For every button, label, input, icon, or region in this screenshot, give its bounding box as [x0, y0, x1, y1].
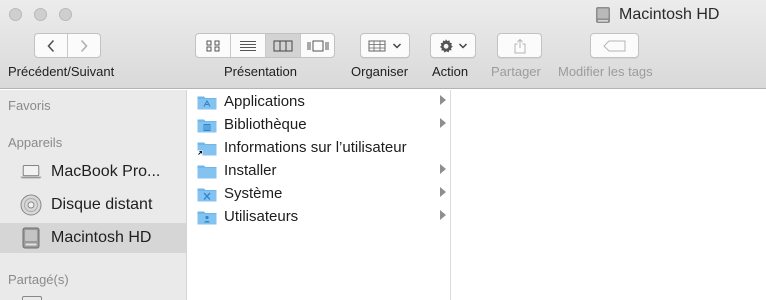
file-name: Applications	[224, 93, 305, 110]
laptop-icon	[20, 161, 42, 183]
arrange-grid-icon	[368, 40, 386, 51]
hard-drive-icon	[20, 227, 42, 249]
chevron-left-icon	[47, 39, 55, 52]
disclosure-arrow-icon	[440, 164, 446, 174]
cover-flow-icon	[307, 40, 328, 51]
devices-header: Appareils	[8, 135, 63, 150]
hard-drive-icon	[596, 7, 610, 23]
columns-icon	[273, 40, 293, 51]
list-item-system[interactable]: Système	[188, 182, 450, 205]
users-folder-icon	[197, 211, 217, 224]
sidebar-item-macintosh-hd[interactable]: Macintosh HD	[0, 223, 186, 253]
window-title-text: Macintosh HD	[619, 6, 720, 23]
back-button[interactable]	[35, 34, 68, 57]
sidebar-item-remote-disc[interactable]: Disque distant	[0, 190, 186, 220]
back-forward-control	[34, 33, 101, 58]
chevron-right-icon	[80, 39, 88, 52]
edit-tags-label: Modifier les tags	[558, 64, 653, 79]
alias-folder-icon	[197, 142, 217, 155]
system-folder-icon	[197, 188, 217, 201]
minimize-window-button[interactable]	[34, 8, 47, 21]
grid-icon	[206, 40, 220, 51]
disclosure-arrow-icon	[440, 210, 446, 220]
column-view-button[interactable]	[266, 34, 301, 57]
list-item-applications[interactable]: Applications	[188, 90, 450, 113]
sidebar-item-macbook-pro[interactable]: MacBook Pro...	[0, 157, 186, 187]
icon-view-button[interactable]	[196, 34, 231, 57]
list-item-users[interactable]: Utilisateurs	[188, 205, 450, 228]
disclosure-arrow-icon	[440, 118, 446, 128]
share-icon	[514, 38, 525, 53]
zoom-window-button[interactable]	[59, 8, 72, 21]
view-mode-control	[195, 33, 335, 58]
file-name: Utilisateurs	[224, 208, 299, 225]
sidebar-item-label: Disque distant	[51, 196, 153, 213]
file-name: Installer	[224, 162, 277, 179]
folder-icon	[197, 165, 217, 178]
list-item-installer[interactable]: Installer	[188, 159, 450, 182]
gallery-view-button[interactable]	[301, 34, 334, 57]
file-name: Bibliothèque	[224, 116, 307, 133]
sidebar-item-label: Macintosh HD	[51, 229, 152, 246]
sidebar-item-label: MacBook Pro...	[51, 163, 161, 180]
chevron-down-icon	[458, 42, 468, 49]
toolbar: Macintosh HD Précédent/Suivant Présentat…	[0, 0, 766, 89]
arrange-label: Organiser	[351, 64, 409, 79]
disclosure-arrow-icon	[440, 187, 446, 197]
network-computer-icon	[22, 296, 42, 300]
share-button[interactable]	[497, 33, 542, 58]
action-button[interactable]	[430, 33, 476, 58]
applications-folder-icon	[197, 96, 217, 109]
library-folder-icon	[197, 119, 217, 132]
window-title: Macintosh HD	[594, 4, 719, 26]
arrange-button[interactable]	[360, 33, 410, 58]
optical-disc-icon	[20, 194, 42, 216]
share-label: Partager	[491, 64, 541, 79]
gear-icon	[440, 38, 453, 53]
nav-label: Précédent/Suivant	[8, 64, 115, 79]
forward-button[interactable]	[68, 34, 100, 57]
edit-tags-button[interactable]	[590, 33, 639, 58]
disclosure-arrow-icon	[440, 95, 446, 105]
file-name: Système	[224, 185, 283, 202]
close-window-button[interactable]	[9, 8, 22, 21]
list-icon	[240, 40, 256, 51]
list-view-button[interactable]	[231, 34, 266, 57]
list-item-user-info[interactable]: Informations sur l’utilisateur	[188, 136, 450, 159]
view-label: Présentation	[224, 64, 297, 79]
file-column: Applications Bibliothèque Informations s…	[188, 90, 451, 300]
favorites-header: Favoris	[8, 98, 51, 113]
chevron-down-icon	[392, 42, 402, 49]
list-item-library[interactable]: Bibliothèque	[188, 113, 450, 136]
detail-column	[452, 90, 766, 300]
file-name: Informations sur l’utilisateur	[224, 139, 407, 156]
tag-icon	[602, 40, 625, 51]
shared-header: Partagé(s)	[8, 272, 69, 287]
action-label: Action	[432, 64, 469, 79]
sidebar: Favoris Appareils MacBook Pro... Disque …	[0, 90, 187, 300]
